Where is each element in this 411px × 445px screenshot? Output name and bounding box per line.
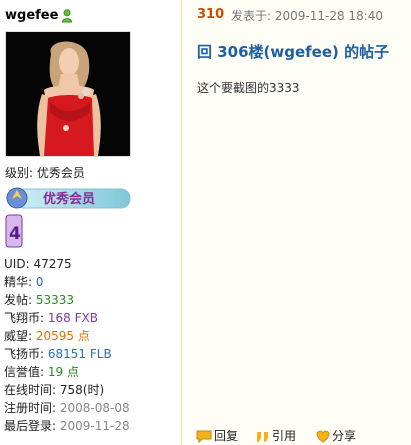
stat-value: 53333	[35, 293, 75, 307]
user-level: 级别: 优秀会员	[5, 164, 85, 181]
rank-badge-icon: 优秀会员	[6, 187, 131, 209]
stat-row: UID: 47275	[4, 255, 130, 273]
rank-number-icon: 4	[5, 214, 23, 248]
heart-share-icon	[316, 430, 330, 443]
stat-label: 飞扬币:	[4, 347, 45, 361]
quote-icon	[257, 432, 268, 442]
stat-row: 注册时间: 2008-08-08	[4, 399, 130, 417]
avatar[interactable]	[5, 31, 131, 157]
share-button[interactable]: 分享	[316, 427, 356, 444]
stat-value: 20595 点	[35, 329, 90, 343]
stat-label: 精华:	[4, 275, 33, 289]
quote-button[interactable]: 引用	[256, 427, 296, 444]
post-title[interactable]: 回 306楼(wgefee) 的帖子	[197, 41, 389, 62]
stat-value: 2009-11-28	[59, 419, 130, 433]
stat-row: 飞扬币: 68151 FLB	[4, 345, 130, 363]
posted-time: 2009-11-28 18:40	[274, 9, 384, 23]
stat-label: UID:	[4, 257, 30, 271]
stat-value: 0	[35, 275, 44, 289]
stat-label: 注册时间:	[4, 401, 57, 415]
stat-label: 飞翔币:	[4, 311, 45, 325]
quote-label: 引用	[272, 429, 297, 443]
stat-value: 19 点	[47, 365, 79, 379]
reply-label: 回复	[214, 429, 239, 443]
forum-post: wgefee 级别: 优秀会员 优秀会员 4 UID: 47275 精华: 0 …	[0, 0, 411, 445]
stat-value: 168 FXB	[47, 311, 98, 325]
username[interactable]: wgefee	[5, 8, 58, 23]
posted-label: 发表于:	[231, 9, 272, 23]
user-stats: UID: 47275 精华: 0 发帖: 53333 飞翔币: 168 FXB 威望: …	[4, 255, 130, 435]
stat-row: 在线时间: 758(时)	[4, 381, 130, 399]
stat-row: 最后登录: 2009-11-28	[4, 417, 130, 435]
post-floor-number[interactable]: 310	[197, 7, 224, 22]
post-panel	[182, 0, 411, 445]
stat-row: 精华: 0	[4, 273, 130, 291]
stat-value: 2008-08-08	[59, 401, 130, 415]
avatar-image	[6, 32, 130, 156]
rank-badge-text: 优秀会员	[43, 191, 95, 207]
stat-row: 威望: 20595 点	[4, 327, 130, 345]
user-online-icon	[61, 9, 73, 23]
level-value: 优秀会员	[36, 166, 85, 180]
stat-value: 47275	[33, 257, 72, 271]
stat-value: 758(时)	[59, 383, 105, 397]
share-label: 分享	[332, 429, 357, 443]
stat-row: 飞翔币: 168 FXB	[4, 309, 130, 327]
user-panel: wgefee 级别: 优秀会员 优秀会员 4 UID: 47275 精华: 0 …	[0, 0, 181, 445]
stat-row: 发帖: 53333	[4, 291, 130, 309]
post-meta: 发表于: 2009-11-28 18:40	[231, 7, 383, 24]
level-label: 级别:	[5, 166, 34, 180]
stat-label: 威望:	[4, 329, 33, 343]
reply-button[interactable]: 回复	[196, 427, 238, 444]
stat-label: 发帖:	[4, 293, 33, 307]
stat-label: 在线时间:	[4, 383, 57, 397]
reply-icon	[196, 430, 212, 443]
stat-label: 最后登录:	[4, 419, 57, 433]
stat-label: 信誉值:	[4, 365, 45, 379]
stat-value: 68151 FLB	[47, 347, 112, 361]
stat-row: 信誉值: 19 点	[4, 363, 130, 381]
post-body: 这个要截图的3333	[197, 81, 300, 95]
rank-number: 4	[9, 224, 21, 244]
